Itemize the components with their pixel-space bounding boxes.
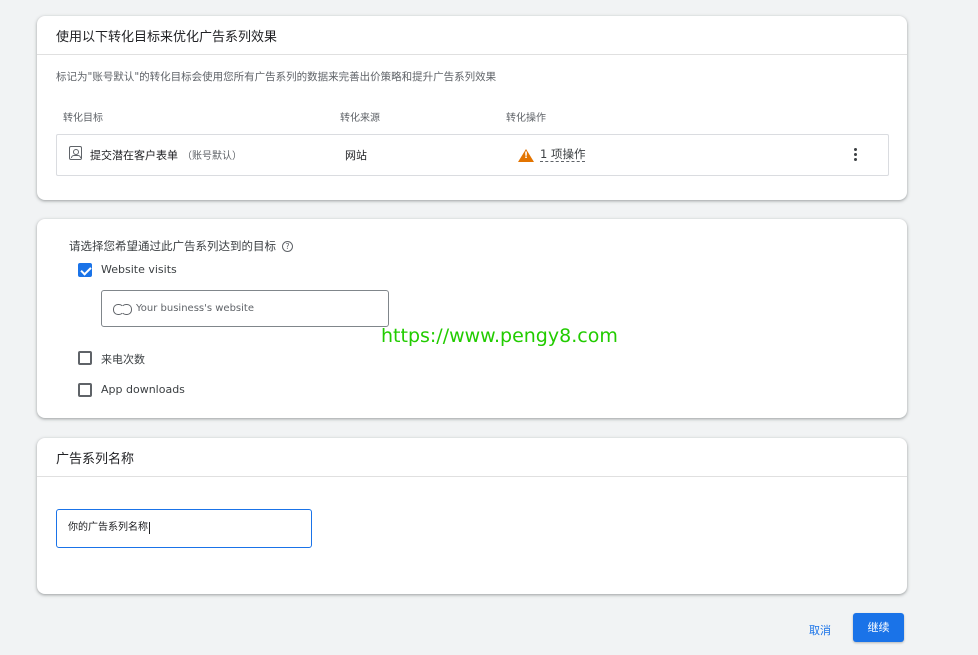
website-visits-checkbox[interactable] (78, 263, 92, 277)
conversion-actions-link[interactable]: 1 项操作 (540, 147, 586, 162)
header-source: 转化来源 (340, 113, 380, 124)
website-url-placeholder: Your business's website (136, 303, 254, 314)
campaign-name-input[interactable]: 你的广告系列名称 (56, 509, 312, 548)
goal-name: 提交潜在客户表单 (90, 149, 178, 162)
goal-default-tag: （账号默认） (182, 151, 242, 162)
campaign-name-value: 你的广告系列名称 (68, 522, 150, 534)
phone-calls-label[interactable]: 来电次数 (101, 351, 145, 367)
link-icon (113, 304, 132, 315)
campaign-goals-card: 请选择您希望通过此广告系列达到的目标? Website visits Your … (37, 219, 907, 418)
form-icon (69, 146, 82, 160)
more-options-icon[interactable] (850, 148, 860, 164)
warning-icon (518, 149, 534, 162)
cancel-button[interactable]: 取消 (809, 622, 831, 638)
conversion-description: 标记为"账号默认"的转化目标会使用您所有广告系列的数据来完善出价策略和提升广告系… (56, 71, 497, 83)
phone-calls-checkbox[interactable] (78, 351, 92, 365)
app-downloads-label[interactable]: App downloads (101, 383, 185, 396)
campaign-name-card: 广告系列名称 你的广告系列名称 (37, 438, 907, 594)
app-downloads-checkbox[interactable] (78, 383, 92, 397)
goal-source: 网站 (345, 149, 367, 162)
header-action: 转化操作 (506, 113, 546, 124)
card-title: 广告系列名称 (37, 438, 907, 477)
website-url-field[interactable]: Your business's website (101, 290, 389, 327)
help-icon[interactable]: ? (282, 241, 293, 252)
goal-cell: 提交潜在客户表单 （账号默认） (90, 147, 242, 163)
header-goal: 转化目标 (63, 113, 103, 124)
conversion-goals-card: 使用以下转化目标来优化广告系列效果 标记为"账号默认"的转化目标会使用您所有广告… (37, 16, 907, 200)
watermark-text: https://www.pengy8.com (381, 325, 618, 347)
website-visits-label[interactable]: Website visits (101, 263, 177, 276)
continue-button[interactable]: 继续 (853, 613, 904, 642)
conversion-goal-row[interactable]: 提交潜在客户表单 （账号默认） 网站 1 项操作 (56, 134, 889, 176)
goals-question-text: 请选择您希望通过此广告系列达到的目标 (69, 239, 276, 253)
card-title: 使用以下转化目标来优化广告系列效果 (37, 16, 907, 55)
goals-question: 请选择您希望通过此广告系列达到的目标? (69, 238, 293, 254)
